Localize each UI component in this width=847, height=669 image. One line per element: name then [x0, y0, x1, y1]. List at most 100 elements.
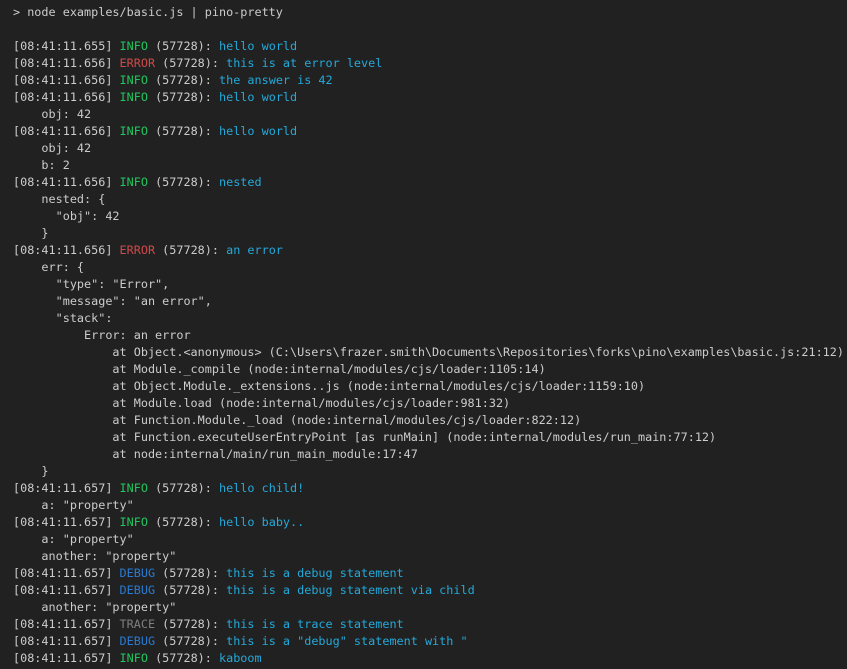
log-text: [08:41:11.656]	[13, 56, 120, 70]
log-text: at Function.executeUserEntryPoint [as ru…	[13, 430, 716, 444]
log-level-label: TRACE	[120, 617, 156, 631]
log-text: a: "property"	[13, 532, 134, 546]
log-line: [08:41:11.657] DEBUG (57728): this is a …	[13, 582, 847, 599]
log-text: (57728):	[148, 90, 219, 104]
log-line: [08:41:11.656] INFO (57728): hello world	[13, 123, 847, 140]
log-text: (57728):	[148, 651, 219, 665]
log-line: a: "property"	[13, 497, 847, 514]
log-level-label: INFO	[120, 481, 148, 495]
log-text: (57728):	[155, 617, 226, 631]
log-message: hello world	[219, 90, 297, 104]
log-line: at Object.<anonymous> (C:\Users\frazer.s…	[13, 344, 847, 361]
log-text: at Function.Module._load (node:internal/…	[13, 413, 581, 427]
log-line: [08:41:11.657] INFO (57728): hello baby.…	[13, 514, 847, 531]
log-line	[13, 21, 847, 38]
log-line: "type": "Error",	[13, 276, 847, 293]
log-text: at node:internal/main/run_main_module:17…	[13, 447, 418, 461]
log-text: [08:41:11.656]	[13, 124, 120, 138]
log-text: (57728):	[155, 634, 226, 648]
log-line: [08:41:11.657] DEBUG (57728): this is a …	[13, 565, 847, 582]
log-text: [08:41:11.657]	[13, 617, 120, 631]
log-line: "message": "an error",	[13, 293, 847, 310]
log-level-label: INFO	[120, 175, 148, 189]
log-text: Error: an error	[13, 328, 191, 342]
log-text: [08:41:11.657]	[13, 634, 120, 648]
log-line: [08:41:11.657] TRACE (57728): this is a …	[13, 616, 847, 633]
log-line: "obj": 42	[13, 208, 847, 225]
log-line: obj: 42	[13, 106, 847, 123]
log-text: [08:41:11.657]	[13, 651, 120, 665]
log-level-label: ERROR	[120, 243, 156, 257]
log-message: kaboom	[219, 651, 262, 665]
log-line: [08:41:11.657] INFO (57728): hello child…	[13, 480, 847, 497]
log-line: at Object.Module._extensions..js (node:i…	[13, 378, 847, 395]
log-text: another: "property"	[13, 549, 176, 563]
log-line: another: "property"	[13, 548, 847, 565]
log-level-label: INFO	[120, 124, 148, 138]
log-level-label: ERROR	[120, 56, 156, 70]
log-text: b: 2	[13, 158, 70, 172]
log-text: [08:41:11.656]	[13, 73, 120, 87]
log-message: an error	[226, 243, 283, 257]
log-text: at Module._compile (node:internal/module…	[13, 362, 546, 376]
log-message: nested	[219, 175, 262, 189]
log-text: [08:41:11.655]	[13, 39, 120, 53]
log-text: (57728):	[148, 175, 219, 189]
log-text: at Module.load (node:internal/modules/cj…	[13, 396, 510, 410]
log-line: }	[13, 225, 847, 242]
log-level-label: INFO	[120, 651, 148, 665]
log-line: [08:41:11.656] INFO (57728): nested	[13, 174, 847, 191]
log-level-label: INFO	[120, 73, 148, 87]
log-text: (57728):	[148, 515, 219, 529]
command-line: > node examples/basic.js | pino-pretty	[13, 4, 847, 21]
log-message: hello world	[219, 39, 297, 53]
log-line: obj: 42	[13, 140, 847, 157]
log-line: at Module.load (node:internal/modules/cj…	[13, 395, 847, 412]
log-line: }	[13, 463, 847, 480]
log-text: [08:41:11.656]	[13, 243, 120, 257]
log-message: hello baby..	[219, 515, 304, 529]
log-text: (57728):	[155, 56, 226, 70]
log-text: [08:41:11.657]	[13, 566, 120, 580]
log-message: hello child!	[219, 481, 304, 495]
log-text: nested: {	[13, 192, 105, 206]
log-text: at Object.<anonymous> (C:\Users\frazer.s…	[13, 345, 844, 359]
terminal-output[interactable]: > node examples/basic.js | pino-pretty […	[0, 0, 847, 669]
log-line: [08:41:11.656] INFO (57728): hello world	[13, 89, 847, 106]
log-message: the answer is 42	[219, 73, 333, 87]
log-text: obj: 42	[13, 141, 91, 155]
log-text: [08:41:11.657]	[13, 481, 120, 495]
log-text: err: {	[13, 260, 84, 274]
log-message: this is a debug statement via child	[226, 583, 475, 597]
log-line: at Module._compile (node:internal/module…	[13, 361, 847, 378]
log-text: at Object.Module._extensions..js (node:i…	[13, 379, 645, 393]
log-text: (57728):	[148, 73, 219, 87]
log-level-label: DEBUG	[120, 583, 156, 597]
log-line: [08:41:11.656] ERROR (57728): this is at…	[13, 55, 847, 72]
log-line: at node:internal/main/run_main_module:17…	[13, 446, 847, 463]
log-line: at Function.Module._load (node:internal/…	[13, 412, 847, 429]
log-text: "stack":	[13, 311, 112, 325]
log-line: [08:41:11.657] DEBUG (57728): this is a …	[13, 633, 847, 650]
log-text: [08:41:11.656]	[13, 90, 120, 104]
log-text: a: "property"	[13, 498, 134, 512]
log-line: another: "property"	[13, 599, 847, 616]
log-text: [08:41:11.657]	[13, 583, 120, 597]
log-text: [08:41:11.657]	[13, 515, 120, 529]
log-text: (57728):	[148, 39, 219, 53]
log-line: a: "property"	[13, 531, 847, 548]
log-line: [08:41:11.657] INFO (57728): kaboom	[13, 650, 847, 667]
log-message: this is a "debug" statement with "	[226, 634, 467, 648]
log-level-label: DEBUG	[120, 634, 156, 648]
log-line: err: {	[13, 259, 847, 276]
log-message: this is at error level	[226, 56, 382, 70]
log-line: nested: {	[13, 191, 847, 208]
log-text: another: "property"	[13, 600, 176, 614]
log-text: (57728):	[155, 566, 226, 580]
log-level-label: DEBUG	[120, 566, 156, 580]
log-line: Error: an error	[13, 327, 847, 344]
log-text: (57728):	[148, 124, 219, 138]
log-message: this is a debug statement	[226, 566, 404, 580]
log-level-label: INFO	[120, 515, 148, 529]
log-line: [08:41:11.655] INFO (57728): hello world	[13, 38, 847, 55]
